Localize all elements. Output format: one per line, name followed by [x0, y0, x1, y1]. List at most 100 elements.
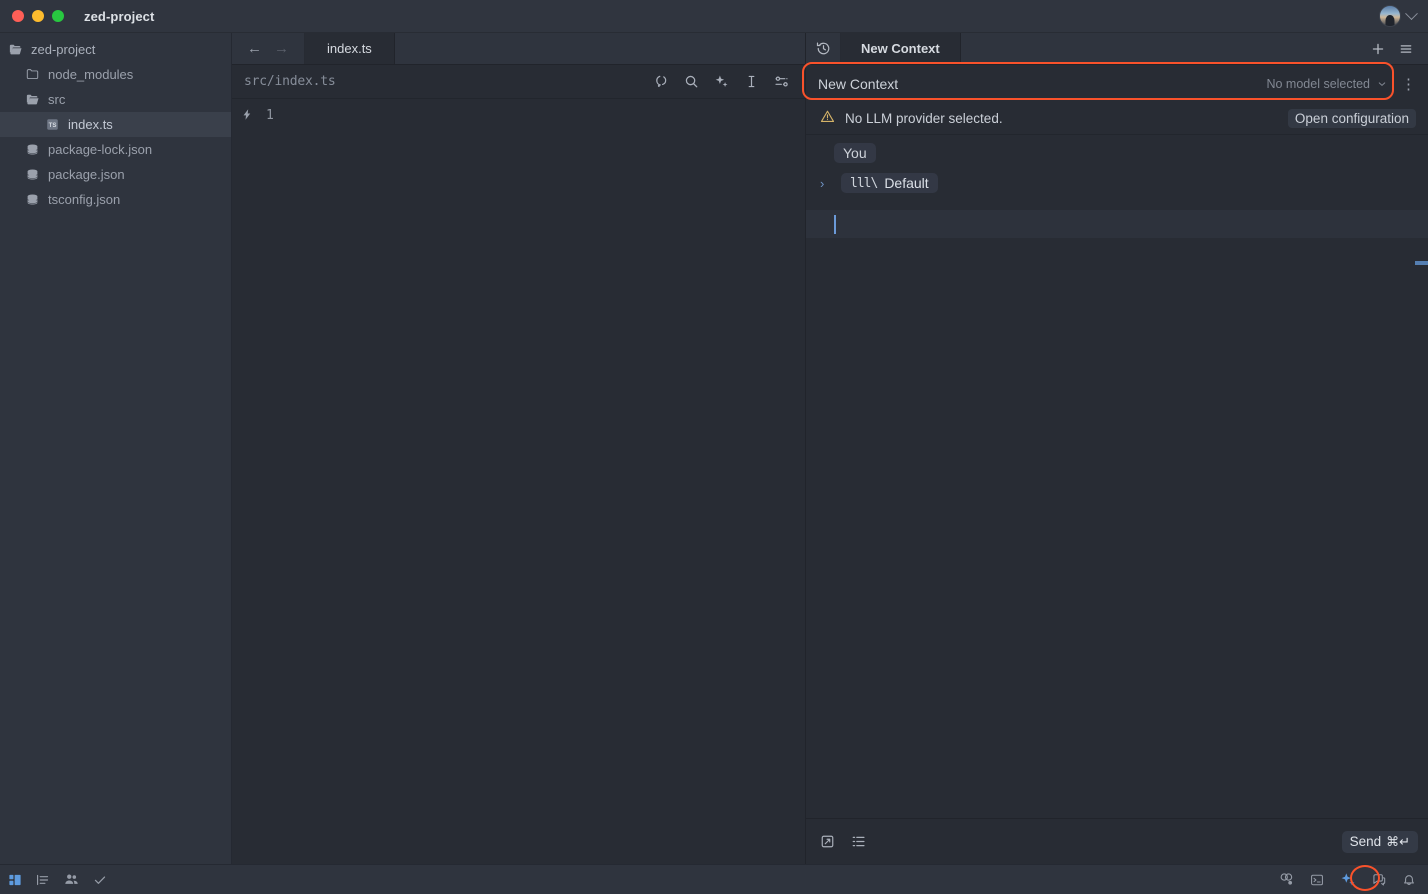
message-role-you: You: [834, 143, 876, 163]
zed-editor-window: zed-project zed-project node_modules: [0, 0, 1428, 894]
llm-provider-warning-row: No LLM provider selected. Open configura…: [806, 103, 1428, 135]
chat-panel-icon[interactable]: [1372, 873, 1386, 887]
maximize-window-button[interactable]: [52, 10, 64, 22]
assistant-tab-new-context[interactable]: New Context: [841, 33, 961, 64]
editor-tab-index-ts[interactable]: index.ts: [305, 33, 395, 64]
insert-context-icon[interactable]: [851, 834, 866, 849]
chevron-down-icon[interactable]: [1405, 7, 1418, 20]
main-body: zed-project node_modules src TS index.ts: [0, 33, 1428, 864]
editor-toolbar: [654, 74, 793, 89]
model-selector[interactable]: No model selected: [1266, 77, 1387, 91]
typescript-file-icon: TS: [45, 117, 60, 132]
assistant-tab-bar: New Context: [806, 33, 1428, 65]
tree-item-label: node_modules: [48, 67, 133, 82]
tree-item-index-ts[interactable]: TS index.ts: [0, 112, 231, 137]
warning-text: No LLM provider selected.: [845, 111, 1003, 126]
history-clock-icon[interactable]: [806, 33, 841, 64]
context-more-options-button[interactable]: ⋮: [1399, 77, 1418, 92]
context-header-actions: No model selected ⋮: [1266, 77, 1418, 92]
editor-gutter: 1: [232, 99, 292, 864]
assistant-panel: New Context New Context No model select: [806, 33, 1428, 864]
status-bar-right-group: [1279, 872, 1416, 888]
assistant-tab-actions: [1364, 33, 1428, 64]
new-context-button[interactable]: [1364, 33, 1392, 65]
editor-settings-icon[interactable]: [774, 74, 789, 89]
tree-item-node-modules[interactable]: node_modules: [0, 62, 231, 87]
diagnostics-check-icon[interactable]: [93, 873, 107, 887]
text-caret: [834, 215, 836, 234]
folder-open-icon: [8, 42, 23, 57]
nav-forward-button[interactable]: →: [269, 38, 294, 59]
model-selector-label: No model selected: [1266, 77, 1370, 91]
message-composer-toolbar: Send ⌘↵: [806, 818, 1428, 864]
context-title[interactable]: New Context: [818, 76, 898, 92]
slash-command-icon: lll\: [850, 176, 877, 191]
editor-pane: ← → index.ts src/index.ts: [232, 33, 806, 864]
slash-command-row: › lll\ Default: [806, 173, 1428, 193]
notifications-bell-icon[interactable]: [1402, 873, 1416, 887]
send-button[interactable]: Send ⌘↵: [1342, 831, 1418, 853]
warning-triangle-icon: [820, 109, 835, 129]
title-bar-right-group: [1379, 5, 1416, 27]
composer-left-actions: [820, 834, 866, 849]
editor-tab-label: index.ts: [327, 41, 372, 56]
nav-back-button[interactable]: ←: [242, 38, 267, 59]
inline-assist-sparkle-icon[interactable]: [714, 74, 729, 89]
tree-item-label: src: [48, 92, 65, 107]
tree-item-label: package.json: [48, 167, 125, 182]
tree-item-zed-project[interactable]: zed-project: [0, 37, 231, 62]
title-bar: zed-project: [0, 0, 1428, 33]
chevron-down-icon: [1377, 79, 1387, 89]
chevron-right-icon[interactable]: ›: [820, 176, 832, 191]
editor-tab-bar: ← → index.ts: [232, 33, 805, 65]
context-message-list: You › lll\ Default: [806, 135, 1428, 818]
terminal-panel-icon[interactable]: [1310, 873, 1324, 887]
code-content[interactable]: [292, 99, 805, 864]
assistant-tab-label: New Context: [861, 41, 940, 56]
database-file-icon: [25, 192, 40, 207]
folder-open-icon: [25, 92, 40, 107]
message-role-row: You: [806, 143, 1428, 163]
tree-item-label: package-lock.json: [48, 142, 152, 157]
line-number: 1: [266, 108, 274, 123]
assistant-panel-sparkle-icon[interactable]: [1340, 872, 1356, 888]
close-window-button[interactable]: [12, 10, 24, 22]
context-active-input-line[interactable]: [806, 210, 1428, 238]
send-shortcut-label: ⌘↵: [1386, 834, 1410, 850]
database-file-icon: [25, 167, 40, 182]
project-panel: zed-project node_modules src TS index.ts: [0, 33, 232, 864]
tree-item-src[interactable]: src: [0, 87, 231, 112]
send-button-label: Send: [1350, 834, 1382, 849]
status-bar: [0, 864, 1428, 894]
minimize-window-button[interactable]: [32, 10, 44, 22]
user-avatar[interactable]: [1379, 5, 1401, 27]
window-title: zed-project: [84, 9, 154, 24]
folder-icon: [25, 67, 40, 82]
tree-item-label: index.ts: [68, 117, 113, 132]
database-file-icon: [25, 142, 40, 157]
tree-item-label: zed-project: [31, 42, 95, 57]
breadcrumb[interactable]: src/index.ts: [244, 74, 336, 89]
status-bar-left-group: [8, 872, 107, 887]
lightning-bolt-icon[interactable]: [241, 108, 253, 123]
collab-users-icon[interactable]: [1279, 872, 1294, 887]
assistant-menu-button[interactable]: [1392, 33, 1420, 65]
code-actions-icon[interactable]: [654, 74, 669, 89]
collaboration-panel-icon[interactable]: [64, 872, 79, 887]
editor-breadcrumb-bar: src/index.ts: [232, 65, 805, 99]
gutter-line-1: 1: [232, 105, 292, 126]
outline-panel-icon[interactable]: [36, 873, 50, 887]
slash-command-default-pill[interactable]: lll\ Default: [841, 173, 938, 193]
code-editor-area[interactable]: 1: [232, 99, 805, 864]
project-panel-icon[interactable]: [8, 873, 22, 887]
quote-selection-icon[interactable]: [820, 834, 835, 849]
editor-tabstrip-filler: [395, 33, 805, 64]
text-cursor-icon[interactable]: [744, 74, 759, 89]
tree-item-package-lock-json[interactable]: package-lock.json: [0, 137, 231, 162]
svg-text:TS: TS: [49, 122, 57, 129]
search-icon[interactable]: [684, 74, 699, 89]
context-header-row: New Context No model selected ⋮: [806, 65, 1428, 103]
tree-item-package-json[interactable]: package.json: [0, 162, 231, 187]
open-configuration-button[interactable]: Open configuration: [1288, 109, 1416, 128]
tree-item-tsconfig-json[interactable]: tsconfig.json: [0, 187, 231, 212]
